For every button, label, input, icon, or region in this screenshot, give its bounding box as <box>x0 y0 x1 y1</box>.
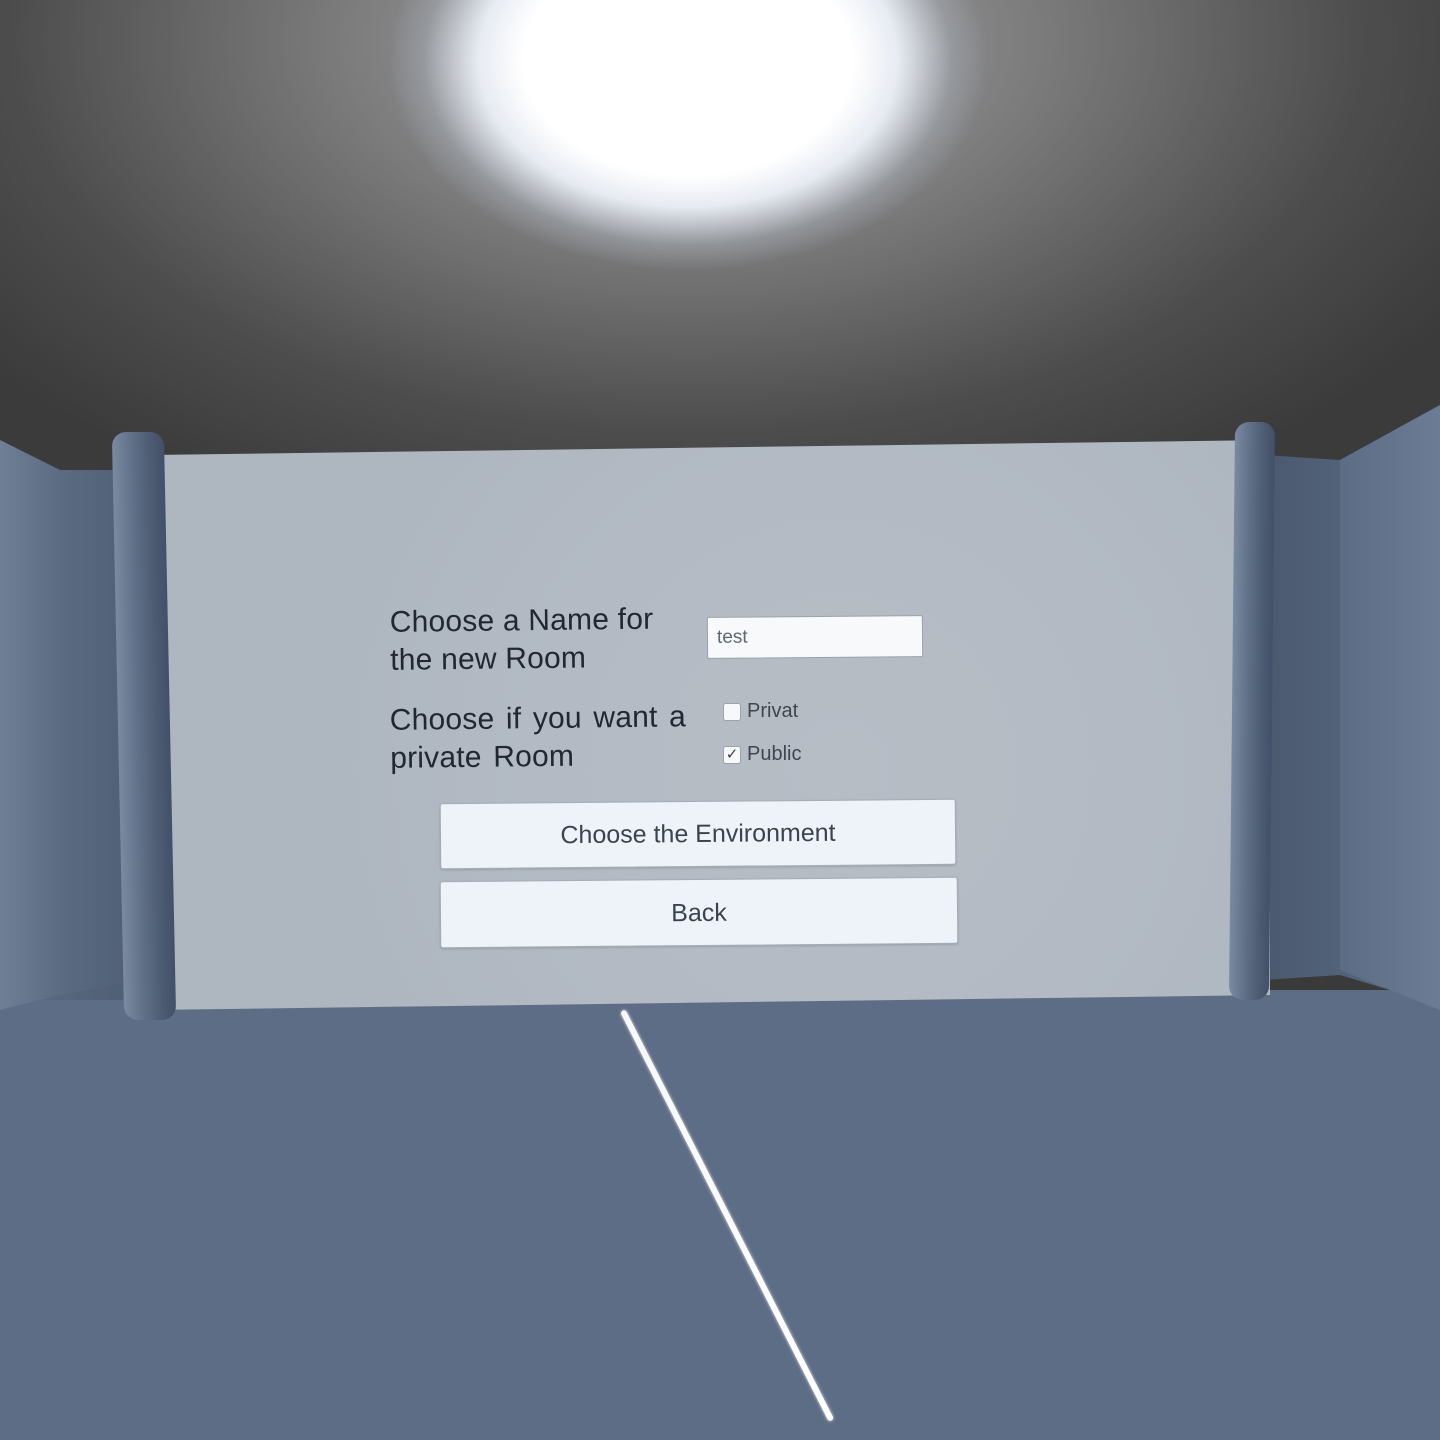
room-name-label: Choose a Name for the new Room <box>389 602 654 677</box>
privat-checkbox[interactable] <box>723 702 741 721</box>
public-label: Public <box>747 743 802 765</box>
back-button[interactable]: Back <box>439 876 959 949</box>
privat-label: Privat <box>747 700 799 722</box>
choose-environment-button[interactable]: Choose the Environment <box>439 798 957 870</box>
privat-option[interactable]: Privat <box>723 700 798 723</box>
public-option[interactable]: ✓ Public <box>723 743 801 766</box>
room-privacy-label: Choose if you want a private Room <box>389 700 687 775</box>
create-room-form: Choose a Name for the new Room test Choo… <box>0 0 1440 1440</box>
room-name-input[interactable]: test <box>706 615 924 659</box>
vr-room-scene: Choose a Name for the new Room test Choo… <box>0 0 1440 1440</box>
public-checkbox[interactable]: ✓ <box>723 745 741 764</box>
